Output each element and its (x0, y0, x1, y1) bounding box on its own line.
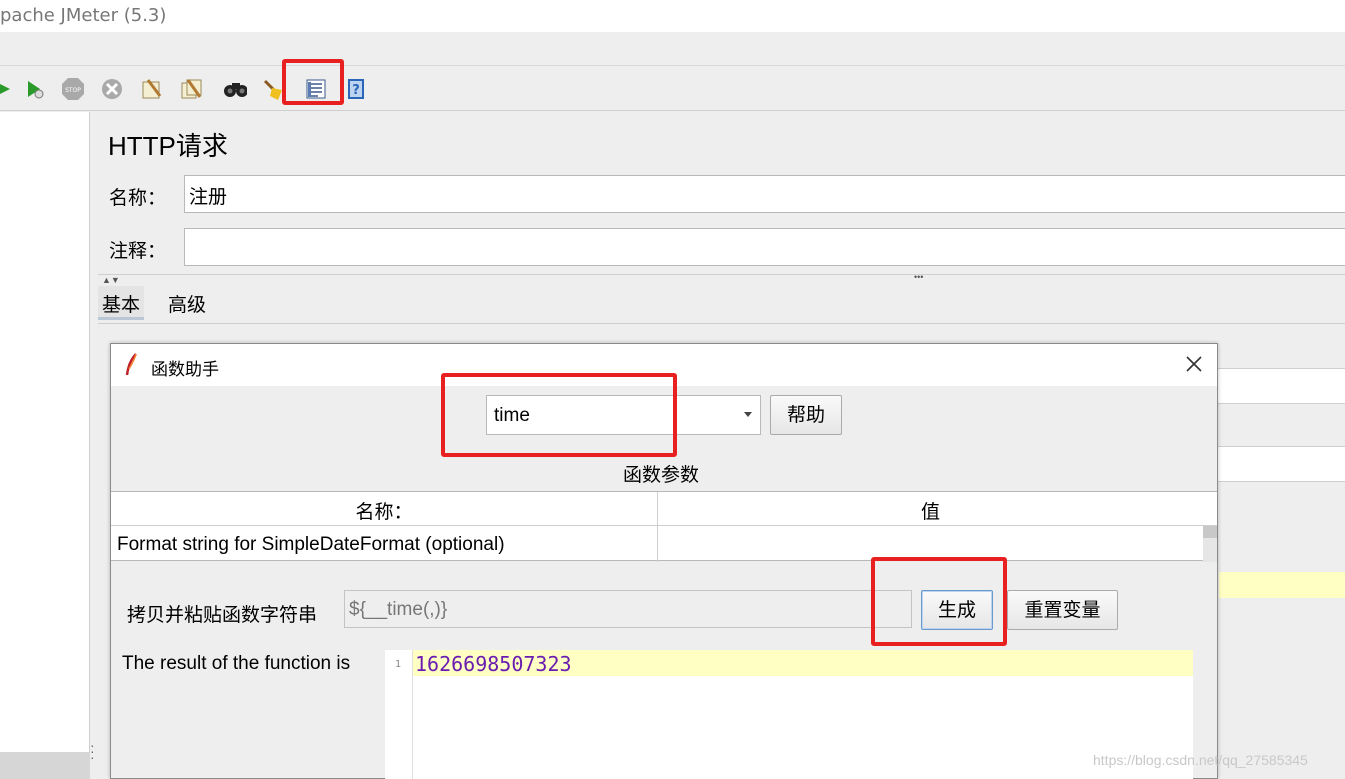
start-icon[interactable] (0, 77, 16, 101)
name-label: 名称： (109, 187, 167, 209)
column-divider (657, 492, 658, 562)
line-number-gutter: 1 (385, 650, 413, 779)
jmeter-feather-icon (125, 353, 137, 376)
window-titlebar: pache JMeter (5.3) (0, 0, 1345, 32)
result-text-area[interactable]: 1 1626698507323 (385, 650, 1193, 779)
line-number: 1 (395, 659, 402, 670)
divider-grip-icon[interactable]: ••• (914, 272, 923, 282)
params-table: 名称： 值 Format string for SimpleDateFormat… (111, 491, 1217, 562)
table-header: 名称： 值 (111, 492, 1217, 526)
comment-field[interactable] (184, 228, 1345, 266)
splitter-handle[interactable]: · · · (90, 738, 95, 764)
copy-string-label: 拷贝并粘贴函数字符串 (127, 604, 318, 626)
window-title: pache JMeter (5.3) (0, 5, 167, 26)
svg-text:STOP: STOP (65, 87, 81, 94)
table-scrollbar-thumb[interactable] (1203, 526, 1217, 538)
help-icon[interactable]: ? (344, 77, 368, 101)
dialog-title: 函数助手 (151, 360, 219, 380)
help-button[interactable]: 帮助 (770, 395, 842, 435)
close-icon[interactable] (1183, 353, 1205, 375)
page-title: HTTP请求 (108, 131, 228, 161)
test-plan-tree[interactable] (0, 112, 90, 779)
tree-status-bar (0, 752, 90, 779)
background-highlight (1219, 572, 1345, 598)
clear-all-icon[interactable] (180, 77, 204, 101)
generate-button[interactable]: 生成 (921, 590, 993, 630)
search-icon[interactable] (223, 77, 247, 101)
name-field[interactable]: 注册 (184, 175, 1345, 213)
function-select[interactable]: time (486, 395, 761, 435)
reset-variables-button[interactable]: 重置变量 (1007, 590, 1118, 630)
result-value[interactable]: 1626698507323 (415, 652, 572, 676)
dialog-titlebar: 函数助手 (111, 344, 1217, 386)
column-header-name[interactable]: 名称： (111, 497, 657, 524)
start-no-pauses-icon[interactable] (23, 77, 47, 101)
shutdown-icon[interactable] (100, 77, 124, 101)
column-header-value[interactable]: 值 (658, 497, 1203, 524)
toolbar: STOP ? (0, 67, 1345, 111)
svg-text:?: ? (352, 83, 360, 98)
function-helper-dialog: 函数助手 time 帮助 函数参数 名称： 值 Format string fo… (110, 343, 1218, 779)
menu-bar (0, 32, 1345, 66)
function-string-field[interactable]: ${__time(,)} (344, 590, 912, 628)
tab-advanced[interactable]: 高级 (164, 290, 210, 317)
params-section-label: 函数参数 (623, 464, 700, 486)
tab-basic[interactable]: 基本 (98, 286, 145, 320)
reset-search-icon[interactable] (261, 77, 285, 101)
watermark: https://blog.csdn.net/qq_27585345 (1093, 752, 1308, 768)
tab-bar: 基本 高级 (98, 284, 1345, 324)
result-label: The result of the function is (122, 653, 351, 674)
result-line: 1626698507323 (413, 650, 1193, 676)
clear-icon[interactable] (140, 77, 164, 101)
table-row-param-name[interactable]: Format string for SimpleDateFormat (opti… (117, 534, 505, 556)
stop-icon[interactable]: STOP (61, 77, 85, 101)
comment-label: 注释： (109, 240, 167, 262)
function-select-value: time (494, 405, 530, 426)
collapse-divider[interactable]: ▲▼ ••• (98, 272, 1345, 285)
chevron-down-icon[interactable] (744, 412, 752, 417)
function-helper-icon[interactable] (304, 77, 328, 101)
